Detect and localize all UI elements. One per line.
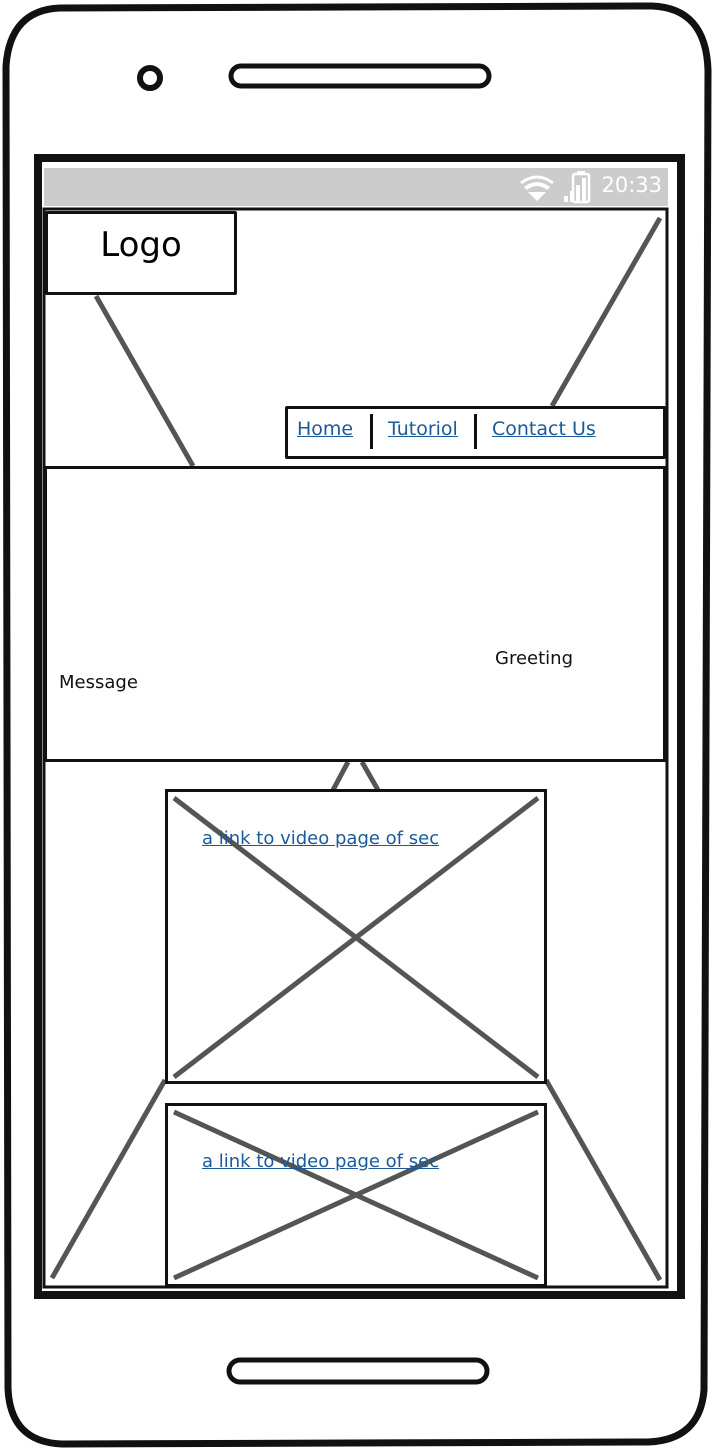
video-link[interactable]: a link to video page of sec	[202, 828, 439, 849]
nav-bar: Home Tutoriol Contact Us	[285, 406, 666, 459]
video-card[interactable]: a link to video page of sec	[165, 1103, 547, 1287]
wifi-icon	[520, 175, 554, 201]
image-placeholder-icon	[172, 1109, 540, 1281]
camera-icon	[137, 65, 163, 91]
speaker-top	[228, 63, 492, 89]
nav-separator	[370, 414, 373, 449]
status-time: 20:33	[601, 173, 662, 197]
video-card[interactable]: a link to video page of sec	[165, 789, 547, 1084]
nav-home-link[interactable]: Home	[297, 418, 353, 440]
hero-section: Greeting Message	[44, 466, 666, 762]
logo-text: Logo	[100, 225, 182, 265]
nav-tutorial-link[interactable]: Tutoriol	[388, 418, 458, 440]
logo[interactable]: Logo	[45, 211, 237, 295]
nav-separator	[474, 414, 477, 449]
speaker-bottom	[226, 1357, 490, 1385]
nav-contact-link[interactable]: Contact Us	[492, 418, 596, 440]
video-link[interactable]: a link to video page of sec	[202, 1151, 439, 1172]
status-bar: 20:33	[44, 168, 668, 206]
greeting-text: Greeting	[495, 648, 573, 669]
battery-icon	[571, 171, 591, 204]
message-text: Message	[59, 672, 138, 693]
